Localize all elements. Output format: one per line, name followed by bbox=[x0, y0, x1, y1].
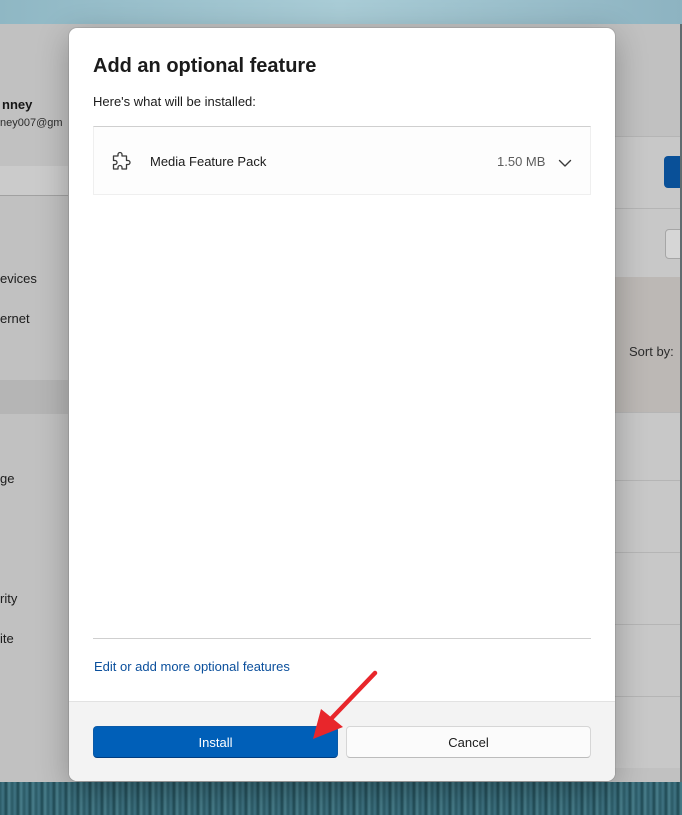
feature-name: Media Feature Pack bbox=[150, 154, 267, 169]
view-features-button[interactable] bbox=[664, 156, 682, 188]
nav-item-devices[interactable]: evices bbox=[0, 271, 37, 286]
bg-list-row[interactable] bbox=[615, 624, 682, 696]
nav-item-selected[interactable] bbox=[0, 380, 68, 414]
install-button[interactable]: Install bbox=[93, 726, 338, 758]
settings-search-box[interactable] bbox=[0, 166, 68, 196]
bg-list-row[interactable] bbox=[615, 412, 682, 480]
bg-card bbox=[615, 208, 682, 277]
nav-item-network[interactable]: ernet bbox=[0, 311, 30, 326]
nav-item-update[interactable]: ite bbox=[0, 631, 14, 646]
desktop-wallpaper-top bbox=[0, 0, 682, 24]
installed-features-header bbox=[615, 277, 682, 412]
dialog-title: Add an optional feature bbox=[93, 55, 317, 77]
bg-list-row[interactable] bbox=[615, 696, 682, 768]
bg-card bbox=[615, 136, 682, 208]
edit-optional-features-link[interactable]: Edit or add more optional features bbox=[94, 659, 290, 674]
desktop-wallpaper-bottom bbox=[0, 782, 682, 815]
divider bbox=[93, 638, 591, 639]
dialog-subtitle: Here's what will be installed: bbox=[93, 94, 256, 109]
sort-label: Sort by: bbox=[629, 344, 674, 359]
list-item[interactable]: Media Feature Pack 1.50 MB bbox=[94, 127, 590, 195]
see-history-button[interactable] bbox=[665, 229, 682, 259]
account-name: nney bbox=[2, 97, 33, 112]
feature-size: 1.50 MB bbox=[497, 154, 546, 169]
account-email: ney007@gm bbox=[0, 117, 63, 129]
feature-list: Media Feature Pack 1.50 MB bbox=[93, 126, 591, 195]
bg-list-row[interactable] bbox=[615, 552, 682, 624]
nav-item-security[interactable]: rity bbox=[0, 591, 17, 606]
red-arrow-annotation bbox=[313, 670, 378, 739]
chevron-down-icon[interactable] bbox=[558, 155, 572, 167]
puzzle-icon bbox=[110, 151, 132, 173]
nav-item-language[interactable]: ge bbox=[0, 471, 14, 486]
bg-list-row[interactable] bbox=[615, 480, 682, 552]
